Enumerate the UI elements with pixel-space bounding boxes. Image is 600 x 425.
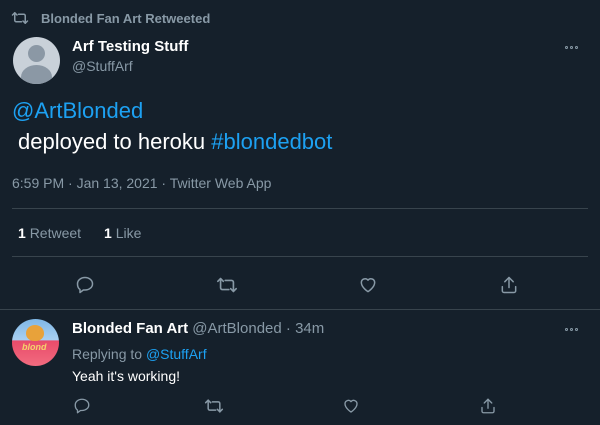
like-label: Like xyxy=(115,225,142,241)
like-button[interactable] xyxy=(339,394,363,418)
reply-author-avatar[interactable]: blond xyxy=(12,319,59,366)
retweet-banner-text: Blonded Fan Art Retweeted xyxy=(41,10,211,26)
reply-button[interactable] xyxy=(70,394,94,418)
replying-to-handle[interactable]: @StuffArf xyxy=(146,346,207,362)
author-name[interactable]: Arf Testing Stuff xyxy=(72,38,188,55)
replying-to-prefix: Replying to xyxy=(72,346,143,362)
reply-author-handle[interactable]: @ArtBlonded xyxy=(192,320,281,337)
divider xyxy=(12,256,588,257)
author-avatar[interactable] xyxy=(13,37,60,84)
share-button[interactable] xyxy=(497,273,521,297)
heart-icon xyxy=(342,397,360,415)
replying-to: Replying to @StuffArf xyxy=(72,346,207,362)
tweet-body-text: deployed to heroku xyxy=(18,129,206,154)
retweet-button[interactable] xyxy=(215,273,239,297)
avatar-head-icon xyxy=(26,325,44,341)
retweet-icon xyxy=(11,11,29,25)
retweet-banner[interactable]: Blonded Fan Art Retweeted xyxy=(11,9,210,27)
retweet-count: 1 xyxy=(18,225,26,241)
reply-button[interactable] xyxy=(73,273,97,297)
heart-icon xyxy=(358,275,378,295)
divider xyxy=(0,309,600,310)
reply-icon xyxy=(73,397,91,415)
like-stats[interactable]: 1 Like xyxy=(104,225,141,241)
reply-author-name[interactable]: Blonded Fan Art xyxy=(72,320,188,337)
retweet-icon xyxy=(216,276,238,294)
share-icon xyxy=(499,275,519,295)
tweet-timestamp[interactable]: 6:59 PM · Jan 13, 2021 · Twitter Web App xyxy=(12,175,271,191)
reply-header: Blonded Fan Art @ArtBlonded · 34m xyxy=(72,320,324,337)
reply-text: Yeah it's working! xyxy=(72,368,180,384)
more-options-icon[interactable] xyxy=(560,321,582,337)
retweet-button[interactable] xyxy=(202,394,226,418)
share-button[interactable] xyxy=(476,394,500,418)
reply-age[interactable]: · 34m xyxy=(286,320,324,337)
default-avatar-body-icon xyxy=(21,65,52,84)
share-icon xyxy=(479,397,497,415)
retweet-label: Retweet xyxy=(29,225,82,241)
more-options-icon[interactable] xyxy=(560,39,582,55)
tweet-body: deployed to heroku #blondedbot xyxy=(12,129,332,155)
retweet-stats[interactable]: 1 Retweet xyxy=(18,225,81,241)
default-avatar-head-icon xyxy=(28,45,45,62)
like-count: 1 xyxy=(104,225,112,241)
author-handle[interactable]: @StuffArf xyxy=(72,58,133,74)
reply-icon xyxy=(75,275,95,295)
tweet-mention[interactable]: @ArtBlonded xyxy=(12,98,143,124)
avatar-shirt-text: blond xyxy=(22,342,47,352)
divider xyxy=(12,208,588,209)
like-button[interactable] xyxy=(356,273,380,297)
retweet-icon xyxy=(204,398,224,414)
tweet-hashtag[interactable]: #blondedbot xyxy=(211,129,332,154)
